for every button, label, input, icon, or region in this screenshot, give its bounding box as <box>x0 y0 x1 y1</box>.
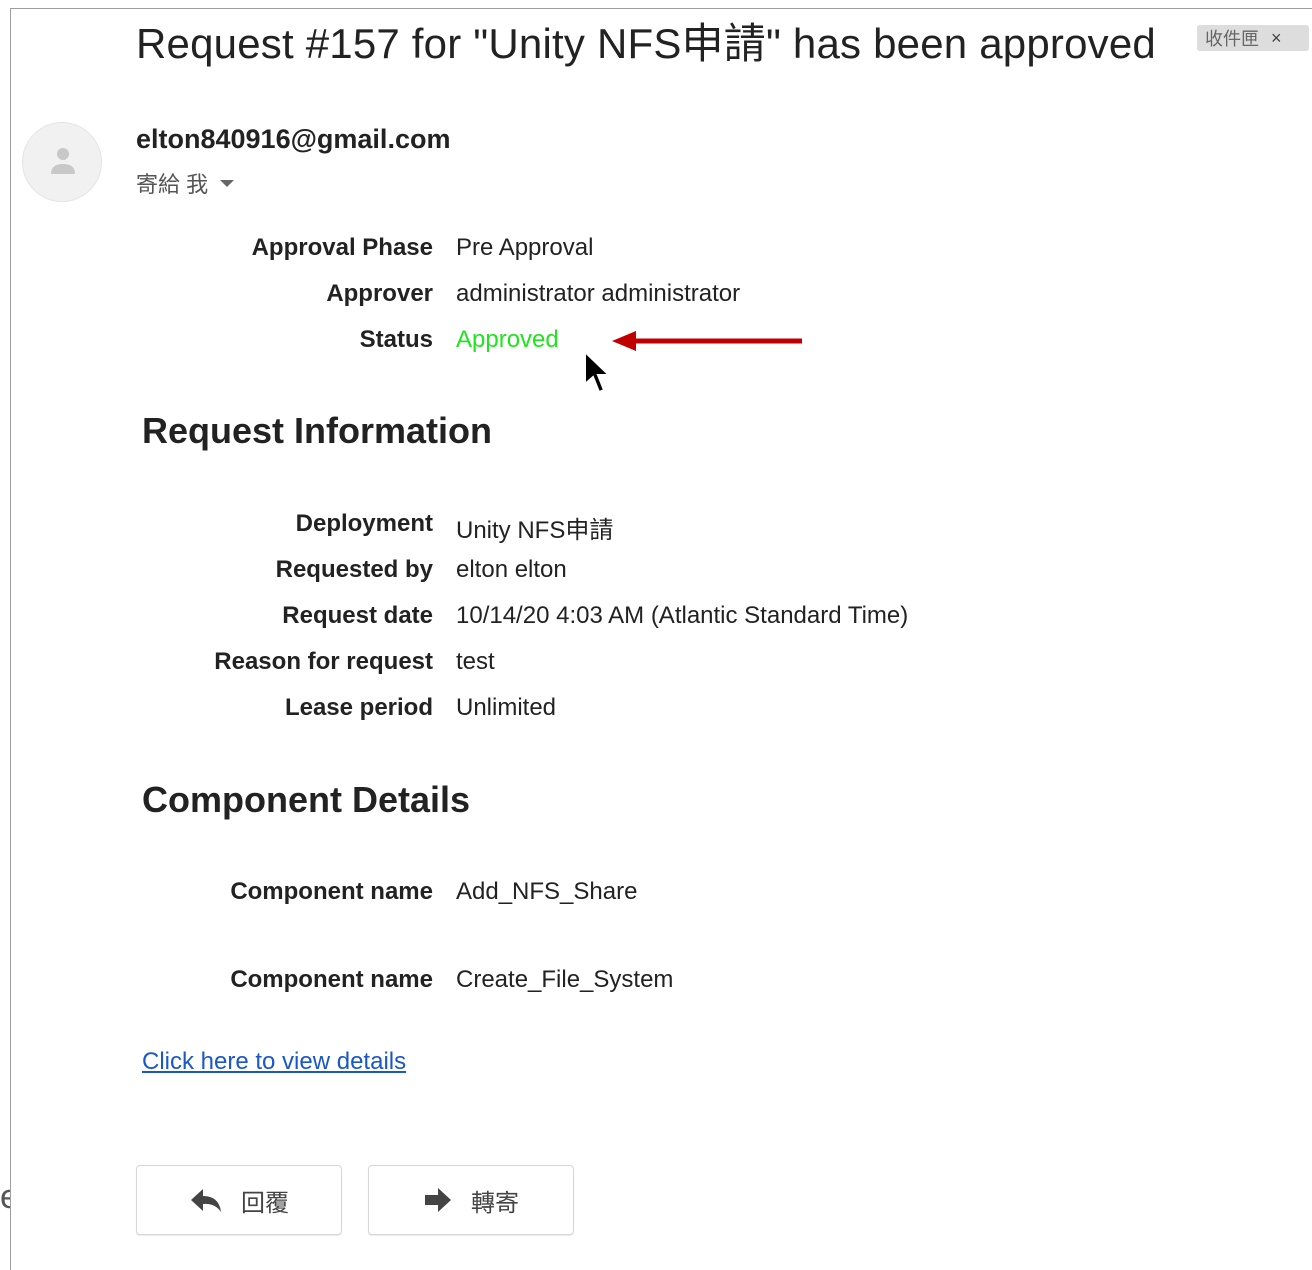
reply-label: 回覆 <box>241 1189 289 1217</box>
field-label: Approver <box>326 280 433 307</box>
sender-address: elton840916@gmail.com <box>136 124 451 154</box>
field-value: Unlimited <box>456 694 557 721</box>
email-subject: Request #157 for "Unity NFS申請" has been … <box>136 20 1156 67</box>
reply-icon <box>191 1189 221 1212</box>
field-value: Pre Approval <box>456 234 594 261</box>
field-value: Unity NFS申請 <box>456 517 614 544</box>
field-value: Add_NFS_Share <box>456 878 638 905</box>
request-date-row: Request date 10/14/20 4:03 AM (Atlantic … <box>0 602 1200 632</box>
approval-phase-row: Approval Phase Pre Approval <box>0 234 1200 264</box>
component-row: Component name Add_NFS_Share <box>0 878 1200 908</box>
component-row: Component name Create_File_System <box>0 966 1200 996</box>
status-value: Approved <box>456 326 559 353</box>
recipient-text: 寄給 我 <box>136 172 209 197</box>
recipient-line[interactable]: 寄給 我 <box>136 167 235 199</box>
field-value: administrator administrator <box>456 280 741 307</box>
field-label: Component name <box>230 966 433 993</box>
inbox-label-tag: 收件匣 × <box>1197 25 1309 51</box>
avatar <box>22 122 102 202</box>
reason-row: Reason for request test <box>0 648 1200 678</box>
reply-button[interactable]: 回覆 <box>136 1165 342 1235</box>
field-label: Request date <box>282 602 433 629</box>
approver-row: Approver administrator administrator <box>0 280 1200 310</box>
field-value: Create_File_System <box>456 966 674 993</box>
deployment-row: Deployment Unity NFS申請 <box>0 510 1200 544</box>
clipped-edge-text: e <box>0 1178 10 1216</box>
inbox-label-text: 收件匣 <box>1205 29 1259 49</box>
chevron-down-icon[interactable] <box>220 179 235 187</box>
field-label: Approval Phase <box>251 234 433 261</box>
field-value: 10/14/20 4:03 AM (Atlantic Standard Time… <box>456 602 909 629</box>
view-details-link[interactable]: Click here to view details <box>142 1048 406 1076</box>
forward-icon <box>425 1188 451 1212</box>
forward-button[interactable]: 轉寄 <box>368 1165 574 1235</box>
field-value: test <box>456 648 495 675</box>
requested-by-row: Requested by elton elton <box>0 556 1200 586</box>
field-label: Deployment <box>295 510 433 537</box>
remove-label-icon[interactable]: × <box>1271 28 1282 49</box>
field-label: Requested by <box>275 556 433 583</box>
field-value: elton elton <box>456 556 567 583</box>
lease-period-row: Lease period Unlimited <box>0 694 1200 724</box>
mouse-pointer-icon <box>584 350 612 394</box>
field-label: Component name <box>230 878 433 905</box>
field-label: Reason for request <box>214 648 433 675</box>
request-information-heading: Request Information <box>142 410 493 451</box>
annotation-arrow-icon <box>612 331 802 351</box>
forward-label: 轉寄 <box>471 1189 519 1217</box>
field-label: Lease period <box>284 694 433 721</box>
person-icon <box>51 148 75 174</box>
field-label: Status <box>359 326 433 353</box>
component-details-heading: Component Details <box>142 779 471 820</box>
